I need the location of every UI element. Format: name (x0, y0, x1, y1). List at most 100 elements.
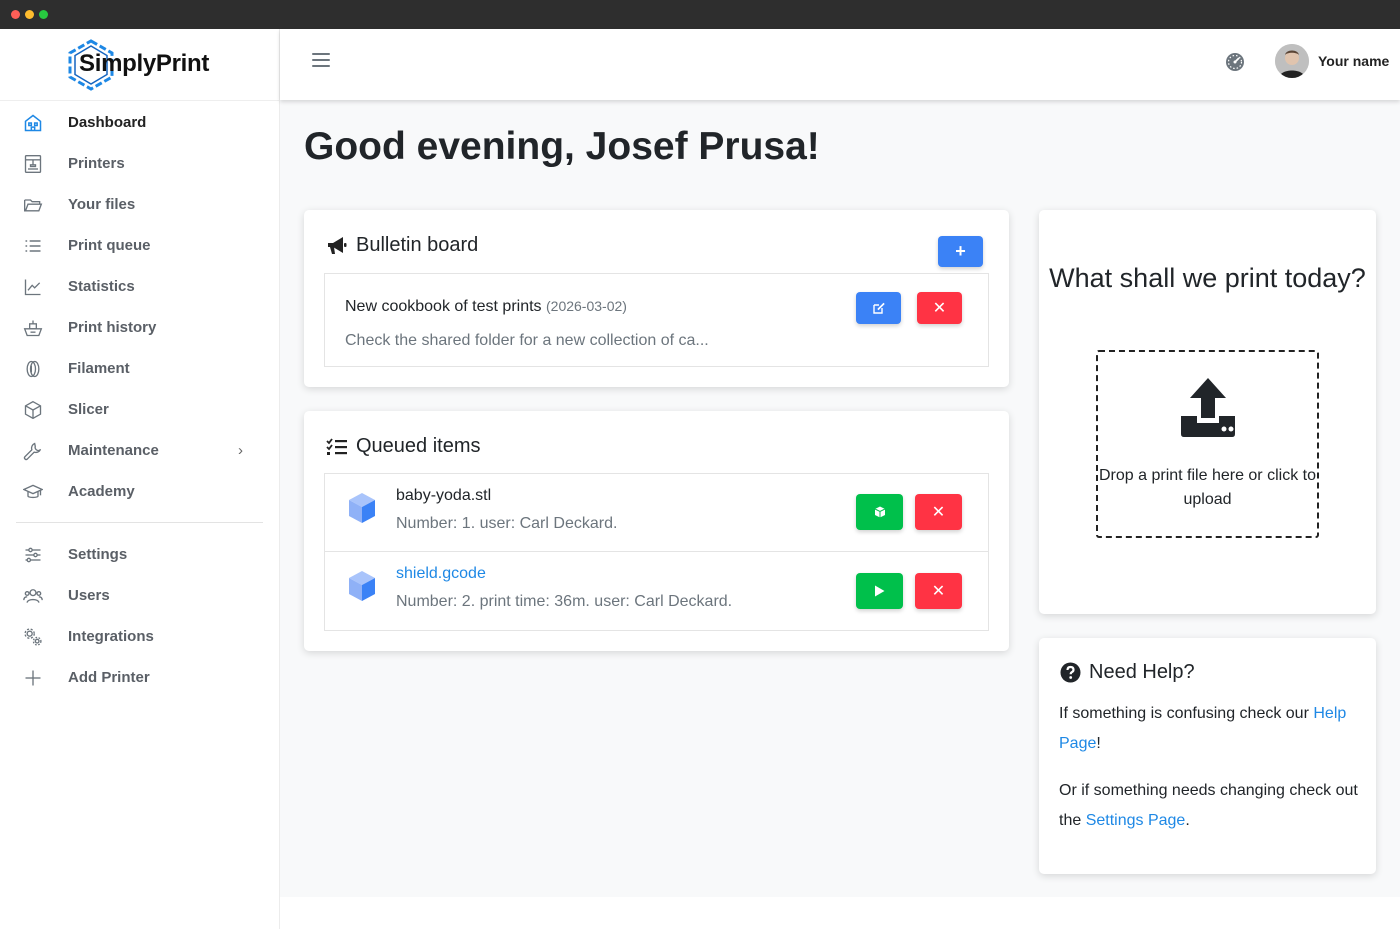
hamburger-menu-button[interactable] (312, 53, 330, 67)
sidebar-item-filament[interactable]: Filament (0, 348, 279, 389)
brand-logo[interactable]: SimplyPrint (0, 29, 279, 101)
remove-queue-item-button[interactable]: ✕ (915, 573, 962, 609)
sidebar-item-label: Print history (68, 319, 157, 336)
dropzone-text: Drop a print file here or click to uploa… (1099, 467, 1316, 508)
queue-item: shield.gcode Number: 2. print time: 36m.… (325, 552, 989, 630)
sidebar-divider (16, 522, 263, 523)
play-icon (875, 585, 885, 597)
queue-item: baby-yoda.stl Number: 1. user: Carl Deck… (325, 474, 989, 552)
help-text: . (1185, 812, 1190, 829)
sidebar-item-your-files[interactable]: Your files (0, 184, 279, 225)
sidebar-item-print-history[interactable]: Print history (0, 307, 279, 348)
help-text: ! (1096, 735, 1101, 752)
sliders-icon (22, 544, 44, 566)
history-icon (22, 317, 44, 339)
graduation-cap-icon (22, 481, 44, 503)
sidebar-item-label: Add Printer (68, 669, 150, 686)
sidebar-item-integrations[interactable]: Integrations (0, 616, 279, 657)
brand-name: SimplyPrint (79, 50, 210, 77)
start-print-button[interactable] (856, 573, 903, 609)
sidebar-item-label: Slicer (68, 401, 109, 418)
megaphone-icon (328, 236, 347, 254)
help-card: Need Help? If something is confusing che… (1039, 638, 1376, 874)
chart-icon (22, 276, 44, 298)
help-title: Need Help? (1060, 661, 1195, 684)
queue-list: baby-yoda.stl Number: 1. user: Carl Deck… (324, 473, 989, 631)
bulletin-board-card: Bulletin board + New cookbook of test pr… (304, 210, 1009, 387)
plus-icon (22, 667, 44, 689)
sidebar-item-statistics[interactable]: Statistics (0, 266, 279, 307)
sidebar-item-label: Statistics (68, 278, 135, 295)
window-close-button[interactable] (11, 10, 20, 19)
remove-queue-item-button[interactable]: ✕ (915, 494, 962, 530)
card-title-text: Need Help? (1089, 661, 1195, 683)
sidebar-item-printers[interactable]: Printers (0, 143, 279, 184)
plus-icon: + (955, 241, 966, 261)
gears-icon (22, 626, 44, 648)
card-title-text: Bulletin board (356, 234, 479, 256)
window-maximize-button[interactable] (39, 10, 48, 19)
bulletin-post-title: New cookbook of test prints (345, 298, 542, 315)
bulletin-post-excerpt: Check the shared folder for a new collec… (345, 332, 709, 349)
slice-queue-item-button[interactable] (856, 494, 903, 530)
question-circle-icon (1060, 662, 1081, 683)
queue-item-meta: Number: 2. print time: 36m. user: Carl D… (396, 593, 733, 610)
edit-bulletin-button[interactable] (856, 292, 901, 324)
upload-icon (1181, 378, 1235, 437)
main-content: Good evening, Josef Prusa! Bulletin boar… (280, 100, 1400, 897)
sidebar-item-add-printer[interactable]: Add Printer (0, 657, 279, 698)
sidebar-item-label: Filament (68, 360, 130, 377)
sidebar-nav-secondary: Settings Users Integrations Add Printer (0, 534, 279, 698)
window-minimize-button[interactable] (25, 10, 34, 19)
close-icon: ✕ (931, 583, 946, 600)
sidebar-item-label: Maintenance (68, 442, 159, 459)
chevron-right-icon: › (238, 442, 243, 459)
users-icon (22, 585, 44, 607)
sidebar-item-label: Your files (68, 196, 136, 213)
sidebar-nav: Dashboard Printers Your files Print queu… (0, 102, 279, 512)
sidebar-item-maintenance[interactable]: Maintenance › (0, 430, 279, 471)
upload-card: What shall we print today? Drop a print … (1039, 210, 1376, 614)
add-bulletin-button[interactable]: + (938, 236, 983, 267)
gauge-icon[interactable] (1225, 52, 1245, 72)
file-dropzone[interactable]: Drop a print file here or click to uploa… (1096, 350, 1319, 538)
user-avatar[interactable] (1275, 44, 1309, 78)
dashboard-icon (22, 112, 44, 134)
sidebar-item-label: Integrations (68, 628, 154, 645)
checklist-icon (326, 437, 347, 455)
help-text: If something is confusing check our (1059, 705, 1314, 722)
sidebar: SimplyPrint Dashboard Printers Your file… (0, 29, 280, 929)
page-title: Good evening, Josef Prusa! (304, 125, 820, 168)
sidebar-item-academy[interactable]: Academy (0, 471, 279, 512)
help-paragraph-1: If something is confusing check our Help… (1059, 699, 1359, 759)
bulletin-post-date: (2026-03-02) (546, 298, 627, 314)
bulletin-board-title: Bulletin board (326, 234, 478, 257)
upload-title: What shall we print today? (1049, 263, 1366, 293)
wrench-icon (22, 440, 44, 462)
sidebar-item-label: Print queue (68, 237, 151, 254)
settings-page-link[interactable]: Settings Page (1086, 812, 1186, 829)
queue-item-meta: Number: 1. user: Carl Deckard. (396, 515, 618, 532)
sidebar-item-settings[interactable]: Settings (0, 534, 279, 575)
close-icon: ✕ (931, 504, 946, 521)
queue-item-name-link[interactable]: shield.gcode (396, 565, 486, 583)
topbar: Your name (280, 29, 1400, 100)
delete-bulletin-button[interactable]: ✕ (917, 292, 962, 324)
sidebar-item-label: Users (68, 587, 110, 604)
cube-icon (22, 399, 44, 421)
sidebar-item-slicer[interactable]: Slicer (0, 389, 279, 430)
bulletin-post: New cookbook of test prints (2026-03-02)… (324, 273, 989, 367)
model-cube-icon (349, 493, 375, 523)
sidebar-item-users[interactable]: Users (0, 575, 279, 616)
queue-item-name: baby-yoda.stl (396, 487, 492, 504)
card-title-text: Queued items (356, 435, 481, 457)
sidebar-item-label: Settings (68, 546, 128, 563)
help-paragraph-2: Or if something needs changing check out… (1059, 776, 1359, 836)
user-name[interactable]: Your name (1318, 53, 1389, 69)
queued-items-card: Queued items baby-yoda.stl Number: 1. us… (304, 411, 1009, 651)
list-icon (22, 235, 44, 257)
sidebar-item-label: Academy (68, 483, 135, 500)
sidebar-item-print-queue[interactable]: Print queue (0, 225, 279, 266)
sidebar-item-label: Dashboard (68, 114, 147, 131)
sidebar-item-dashboard[interactable]: Dashboard (0, 102, 279, 143)
